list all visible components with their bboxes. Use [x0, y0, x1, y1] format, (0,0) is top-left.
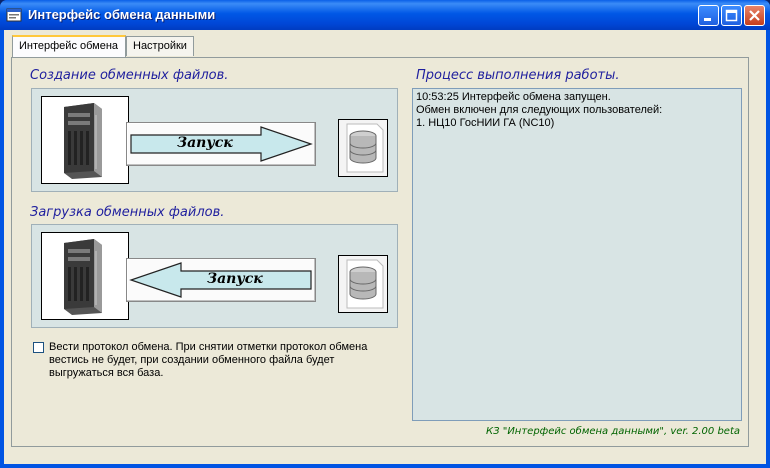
minimize-button[interactable] [698, 5, 719, 26]
close-icon [749, 10, 760, 21]
tab-exchange-interface[interactable]: Интерфейс обмена [12, 35, 126, 57]
log-line: 1. НЦ10 ГосНИИ ГА (NC10) [416, 117, 555, 129]
database-icon [338, 119, 388, 177]
maximize-icon [725, 9, 738, 22]
protocol-checkbox[interactable] [33, 342, 44, 353]
version-footer: КЗ "Интерфейс обмена данными", ver. 2.00… [486, 426, 740, 437]
close-button[interactable] [744, 5, 765, 26]
log-line: Обмен включен для следующих пользователе… [416, 104, 663, 116]
import-start-label: Запуск [207, 271, 263, 287]
server-tower-icon [41, 232, 129, 320]
export-panel: Запуск [31, 88, 398, 192]
import-start-button[interactable]: Запуск [126, 258, 316, 302]
log-line: 10:53:25 Интерфейс обмена запущен. [416, 91, 611, 103]
minimize-icon [704, 18, 711, 21]
import-section-title: Загрузка обменных файлов. [30, 205, 225, 220]
protocol-checkbox-label: Вести протокол обмена. При снятии отметк… [49, 341, 368, 379]
server-tower-icon [41, 96, 129, 184]
window-title: Интерфейс обмена данными [28, 7, 216, 22]
application-window: Интерфейс обмена данными Интерфейс обмен… [0, 0, 770, 468]
export-start-button[interactable]: Запуск [126, 122, 316, 166]
progress-section-title: Процесс выполнения работы. [416, 68, 620, 83]
window-client-area: Интерфейс обмена Настройки Создание обме… [4, 30, 766, 464]
export-section-title: Создание обменных файлов. [30, 68, 229, 83]
database-icon [338, 255, 388, 313]
maximize-button[interactable] [721, 5, 742, 26]
app-form-icon [6, 8, 22, 22]
title-bar[interactable]: Интерфейс обмена данными [0, 0, 770, 30]
export-start-label: Запуск [177, 135, 233, 151]
progress-log[interactable]: 10:53:25 Интерфейс обмена запущен. Обмен… [412, 88, 742, 421]
exchange-tab-panel: Создание обменных файлов. Запуск Загрузк… [11, 57, 749, 447]
tab-settings[interactable]: Настройки [126, 36, 194, 56]
import-panel: Запуск [31, 224, 398, 328]
